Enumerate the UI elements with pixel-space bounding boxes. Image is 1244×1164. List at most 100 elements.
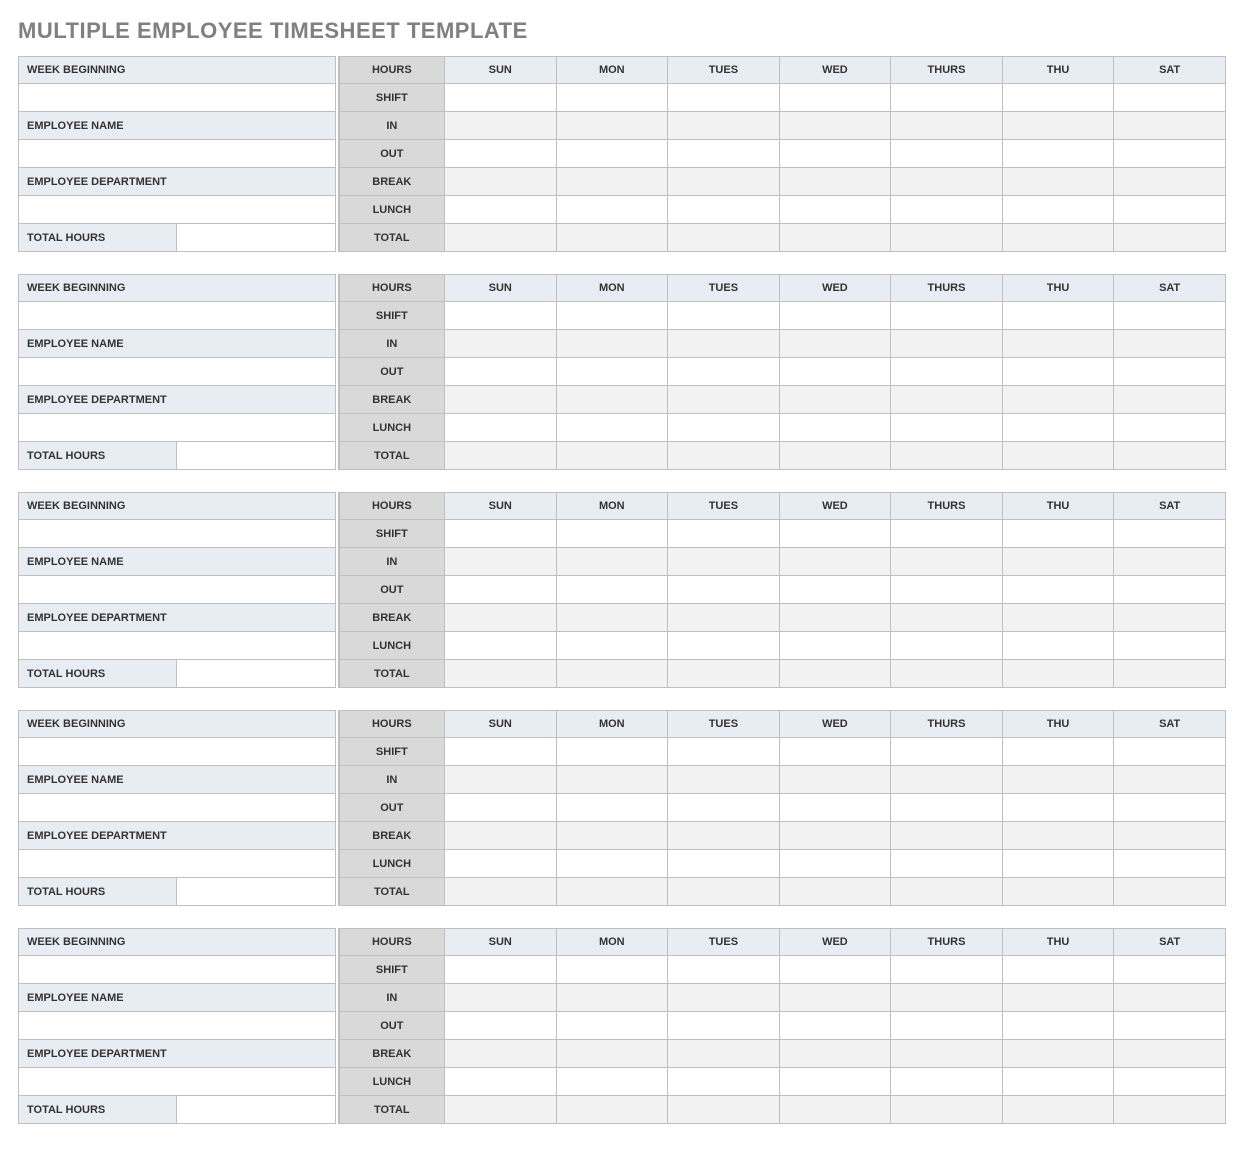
cell-shift[interactable] [668, 302, 780, 330]
total-hours-value[interactable] [177, 224, 336, 252]
cell-total[interactable] [780, 224, 892, 252]
cell-total[interactable] [445, 224, 557, 252]
cell-break[interactable] [891, 168, 1003, 196]
cell-lunch[interactable] [891, 1068, 1003, 1096]
cell-out[interactable] [891, 576, 1003, 604]
cell-break[interactable] [780, 822, 892, 850]
cell-lunch[interactable] [891, 414, 1003, 442]
cell-out[interactable] [668, 358, 780, 386]
cell-break[interactable] [891, 1040, 1003, 1068]
cell-out[interactable] [445, 140, 557, 168]
cell-in[interactable] [780, 984, 892, 1012]
cell-break[interactable] [557, 1040, 669, 1068]
cell-shift[interactable] [780, 738, 892, 766]
cell-in[interactable] [557, 984, 669, 1012]
info-value[interactable] [18, 520, 336, 548]
cell-shift[interactable] [445, 956, 557, 984]
info-value[interactable] [18, 414, 336, 442]
cell-shift[interactable] [668, 84, 780, 112]
cell-break[interactable] [891, 822, 1003, 850]
cell-in[interactable] [668, 984, 780, 1012]
cell-in[interactable] [445, 766, 557, 794]
info-value[interactable] [18, 358, 336, 386]
cell-total[interactable] [1003, 1096, 1115, 1124]
cell-total[interactable] [891, 878, 1003, 906]
cell-lunch[interactable] [445, 1068, 557, 1096]
cell-in[interactable] [445, 548, 557, 576]
cell-shift[interactable] [1003, 302, 1115, 330]
info-value[interactable] [18, 738, 336, 766]
cell-shift[interactable] [891, 84, 1003, 112]
cell-break[interactable] [780, 604, 892, 632]
cell-in[interactable] [1003, 330, 1115, 358]
cell-out[interactable] [557, 140, 669, 168]
cell-shift[interactable] [891, 956, 1003, 984]
info-value[interactable] [18, 850, 336, 878]
cell-out[interactable] [780, 358, 892, 386]
cell-lunch[interactable] [1114, 632, 1226, 660]
cell-break[interactable] [1114, 822, 1226, 850]
cell-lunch[interactable] [557, 632, 669, 660]
total-hours-value[interactable] [177, 878, 336, 906]
info-value[interactable] [18, 84, 336, 112]
cell-out[interactable] [891, 140, 1003, 168]
cell-out[interactable] [668, 140, 780, 168]
cell-shift[interactable] [891, 520, 1003, 548]
cell-in[interactable] [668, 112, 780, 140]
cell-shift[interactable] [1003, 520, 1115, 548]
cell-out[interactable] [891, 794, 1003, 822]
cell-lunch[interactable] [780, 850, 892, 878]
cell-break[interactable] [1003, 1040, 1115, 1068]
cell-shift[interactable] [445, 302, 557, 330]
cell-lunch[interactable] [1003, 632, 1115, 660]
total-hours-value[interactable] [177, 442, 336, 470]
cell-shift[interactable] [891, 302, 1003, 330]
cell-total[interactable] [891, 442, 1003, 470]
cell-in[interactable] [445, 330, 557, 358]
cell-shift[interactable] [557, 738, 669, 766]
cell-total[interactable] [445, 660, 557, 688]
cell-shift[interactable] [891, 738, 1003, 766]
cell-shift[interactable] [780, 302, 892, 330]
cell-lunch[interactable] [1114, 1068, 1226, 1096]
total-hours-value[interactable] [177, 660, 336, 688]
cell-in[interactable] [1003, 112, 1115, 140]
cell-lunch[interactable] [780, 1068, 892, 1096]
cell-out[interactable] [557, 794, 669, 822]
cell-lunch[interactable] [891, 632, 1003, 660]
cell-break[interactable] [445, 1040, 557, 1068]
cell-lunch[interactable] [1114, 850, 1226, 878]
cell-total[interactable] [891, 224, 1003, 252]
cell-out[interactable] [780, 140, 892, 168]
cell-shift[interactable] [445, 738, 557, 766]
cell-break[interactable] [445, 822, 557, 850]
cell-shift[interactable] [1003, 84, 1115, 112]
cell-out[interactable] [445, 794, 557, 822]
cell-shift[interactable] [780, 84, 892, 112]
cell-total[interactable] [668, 878, 780, 906]
cell-out[interactable] [445, 358, 557, 386]
info-value[interactable] [18, 794, 336, 822]
cell-in[interactable] [668, 330, 780, 358]
cell-lunch[interactable] [668, 196, 780, 224]
cell-out[interactable] [780, 1012, 892, 1040]
cell-lunch[interactable] [891, 850, 1003, 878]
cell-break[interactable] [668, 822, 780, 850]
cell-shift[interactable] [1003, 738, 1115, 766]
cell-break[interactable] [1114, 604, 1226, 632]
total-hours-value[interactable] [177, 1096, 336, 1124]
cell-lunch[interactable] [445, 414, 557, 442]
cell-lunch[interactable] [1114, 196, 1226, 224]
cell-out[interactable] [1114, 140, 1226, 168]
cell-out[interactable] [668, 1012, 780, 1040]
cell-break[interactable] [1003, 386, 1115, 414]
info-value[interactable] [18, 632, 336, 660]
cell-shift[interactable] [668, 956, 780, 984]
cell-shift[interactable] [780, 956, 892, 984]
cell-in[interactable] [1114, 112, 1226, 140]
cell-lunch[interactable] [557, 850, 669, 878]
cell-break[interactable] [891, 386, 1003, 414]
cell-break[interactable] [1003, 604, 1115, 632]
info-value[interactable] [18, 576, 336, 604]
cell-break[interactable] [557, 386, 669, 414]
